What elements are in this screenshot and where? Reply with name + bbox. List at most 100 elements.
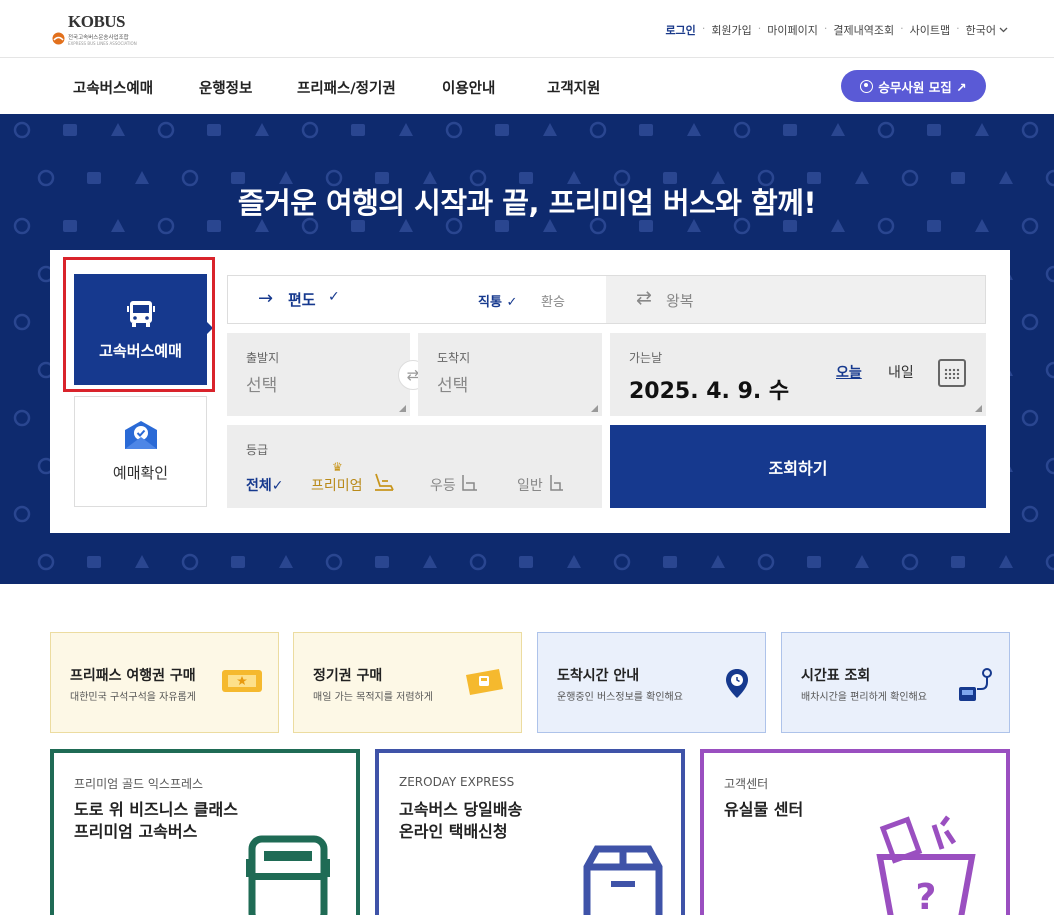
chevron-down-icon [999,27,1008,33]
selection-highlight [63,257,215,392]
hero-title: 즐거운 여행의 시작과 끝, 프리미엄 버스와 함께! [237,186,817,220]
quick-card-title: 정기권 구매 [313,668,383,684]
quick-card-desc: 대한민국 구석구석을 자유롭게 [70,692,196,703]
ticket-star-icon [222,670,262,692]
login-link[interactable]: 로그인 [665,22,695,38]
card-headline: 도로 위 비즈니스 클래스 프리미엄 고속버스 [74,799,238,843]
pattern-glyph-2 [111,123,125,136]
mypage-link[interactable]: 마이페이지 [767,22,818,38]
card-headline-line2: 온라인 택배신청 [399,822,508,841]
search-button[interactable]: 조회하기 [610,425,986,508]
tomorrow-button[interactable]: 내일 [888,362,914,382]
corner-marker [591,405,598,412]
kobus-logo[interactable]: KOBUS 전국고속버스운송사업조합 EXPRESS BUS LINES ASS… [50,12,160,48]
grade-premium-option[interactable]: 프리미엄 [311,475,363,495]
trip-type-selector: → 편도 ✓ 직통 ✓ 환승 ⇄ 왕복 [227,275,986,324]
nav-operation-info[interactable]: 운행정보 [199,77,252,98]
pattern-glyph-197 [1021,505,1039,523]
pattern-glyph-153 [1021,409,1039,427]
calendar-icon[interactable] [938,359,966,387]
pattern-glyph-132 [13,409,31,427]
pattern-glyph-13 [639,124,653,136]
pattern-glyph-199 [87,556,101,568]
pattern-glyph-7 [351,124,365,136]
crown-icon: ♛ [332,460,343,474]
pattern-glyph-200 [135,555,149,568]
nav-freepass[interactable]: 프리패스/정기권 [297,77,396,98]
pattern-glyph-201 [181,553,199,571]
quick-card-freepass[interactable]: 프리패스 여행권 구매 대한민국 구석구석을 자유롭게 [50,632,279,733]
kobus-emblem-icon [52,32,65,45]
pattern-glyph-5 [255,123,269,136]
quick-card-timetable[interactable]: 시간표 조회 배차시간을 편리하게 확인해요 [781,632,1010,733]
pattern-glyph-131 [1045,361,1054,379]
date-field[interactable]: 가는날 2025. 4. 9. 수 오늘 내일 [610,333,986,416]
pattern-glyph-213 [757,553,775,571]
recruit-label: 승무사원 모집 ↗ [878,79,967,95]
person-icon [860,79,874,93]
nav-guide[interactable]: 이용안내 [442,77,495,98]
direct-option[interactable]: 직통 ✓ [478,291,517,310]
ticket-check-icon [124,421,157,449]
arrow-right-icon: → [258,288,274,309]
pattern-glyph-6 [301,121,319,139]
nav-support[interactable]: 고객지원 [547,77,600,98]
pattern-glyph-21 [1021,121,1039,139]
tab-reservation-check[interactable]: 예매확인 [74,396,207,507]
language-label: 한국어 [965,24,996,37]
pattern-glyph-206 [423,555,437,568]
pattern-glyph-202 [231,556,245,568]
excellent-seat-icon [462,475,477,491]
pattern-glyph-208 [519,556,533,568]
nav-express-reserve[interactable]: 고속버스예매 [73,77,153,98]
logo-subtitle-en: EXPRESS BUS LINES ASSOCIATION [68,41,137,46]
payment-history-link[interactable]: 결제내역조회 [833,22,894,38]
premium-seat-icon [375,473,394,491]
oneway-option[interactable]: → 편도 ✓ 직통 ✓ 환승 [228,276,606,323]
grade-all-option[interactable]: 전체✓ [246,475,284,495]
logo-brand: KOBUS [68,12,126,31]
quick-card-season-pass[interactable]: 정기권 구매 매일 가는 목적지를 저렴하게 [293,632,522,733]
quick-card-arrival-time[interactable]: 도착시간 안내 운행중인 버스정보를 확인해요 [537,632,766,733]
grade-normal-option[interactable]: 일반 [517,475,543,495]
pattern-glyph-214 [807,556,821,568]
card-lost-and-found[interactable]: 고객센터 유실물 센터 ? [700,749,1010,915]
arrival-field[interactable]: 도착지 선택 [418,333,602,416]
quick-card-desc: 배차시간을 편리하게 확인해요 [801,692,927,703]
hero-banner: 즐거운 여행의 시작과 끝, 프리미엄 버스와 함께! 고속버스예매 예매확인 [0,114,1054,584]
transfer-option[interactable]: 환승 [541,291,565,310]
departure-field[interactable]: 출발지 선택 [227,333,410,416]
language-select[interactable]: 한국어 [966,22,1008,38]
recruit-button[interactable]: 승무사원 모집 ↗ [841,70,986,102]
pattern-glyph-20 [975,123,989,136]
card-zeroday-express[interactable]: ZERODAY EXPRESS 고속버스 당일배송 온라인 택배신청 [375,749,685,915]
quick-card-title: 시간표 조회 [801,668,871,684]
card-kicker: ZERODAY EXPRESS [399,775,515,789]
lost-box-question-icon: ? [876,815,976,915]
departure-caption: 출발지 [246,351,280,365]
pattern-glyph-209 [567,555,581,568]
sitemap-link[interactable]: 사이트맵 [910,22,950,38]
quick-card-title: 프리패스 여행권 구매 [70,668,196,684]
join-link[interactable]: 회원가입 [711,22,751,38]
pattern-glyph-219 [1045,553,1054,571]
today-button[interactable]: 오늘 [836,362,862,382]
pattern-glyph-207 [469,553,487,571]
pattern-glyph-176 [13,505,31,523]
card-premium-gold-express[interactable]: 프리미엄 골드 익스프레스 도로 위 비즈니스 클래스 프리미엄 고속버스 [50,749,360,915]
departure-value: 선택 [246,376,278,396]
roundtrip-option[interactable]: ⇄ 왕복 [606,276,985,323]
pattern-glyph-0 [13,121,31,139]
pattern-glyph-215 [855,555,869,568]
corner-marker [975,405,982,412]
pattern-glyph-18 [877,121,895,139]
pattern-glyph-212 [711,555,725,568]
corner-marker [399,405,406,412]
pattern-glyph-15 [733,121,751,139]
grade-excellent-option[interactable]: 우등 [430,475,456,495]
swap-arrows-icon: ⇄ [636,287,652,309]
pattern-glyph-9 [445,121,463,139]
pattern-glyph-109 [1021,313,1039,331]
arrival-value: 선택 [437,376,469,396]
logo-subtitle: 전국고속버스운송사업조합 [68,35,129,41]
